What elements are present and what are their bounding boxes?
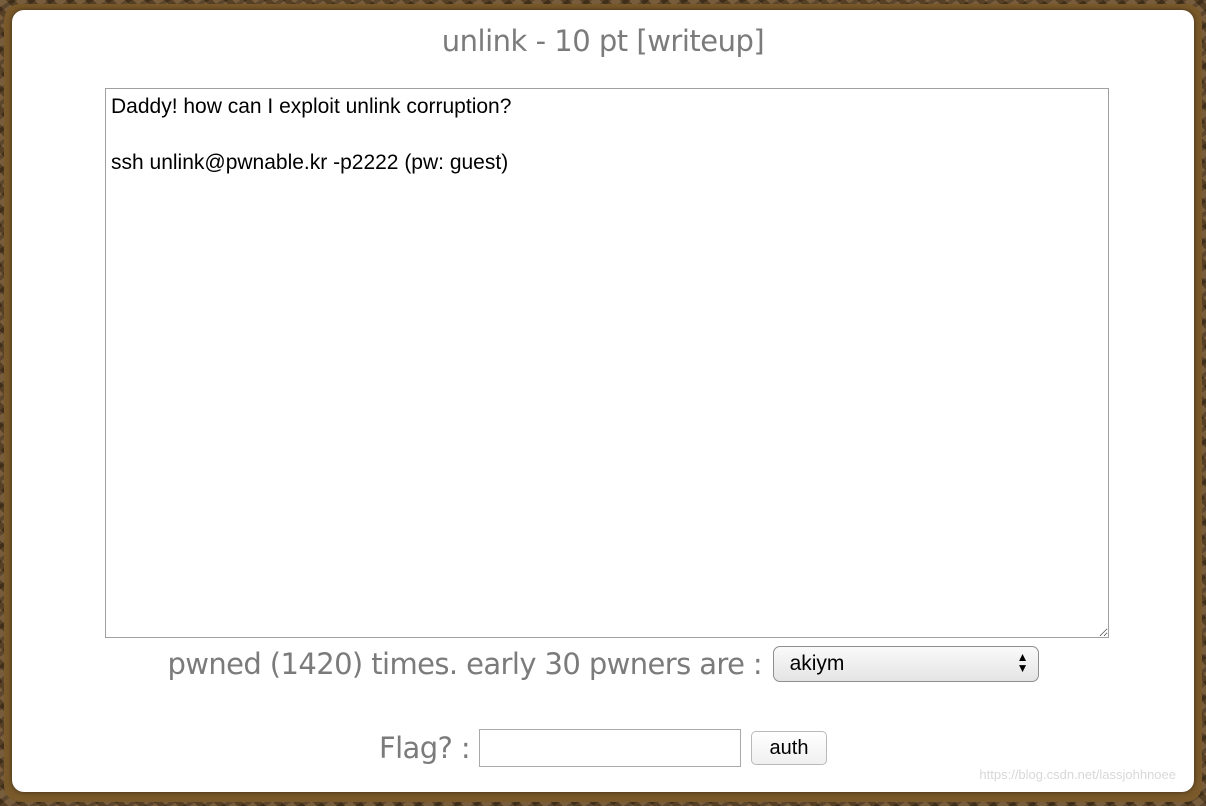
selected-pwner: akiym [789, 652, 845, 675]
pwned-count-text: pwned (1420) times. early 30 pwners are … [167, 647, 763, 681]
select-arrows-icon: ▲ ▼ [1016, 650, 1029, 675]
challenge-panel: unlink - 10 pt [writeup] pwned (1420) ti… [12, 10, 1194, 792]
flag-label: Flag? : [378, 731, 471, 765]
challenge-description[interactable] [105, 88, 1109, 638]
watermark: https://blog.csdn.net/lassjohhnoee [979, 767, 1176, 782]
early-pwners-select[interactable]: akiym ▲ ▼ [772, 646, 1039, 682]
flag-row: Flag? : auth [12, 729, 1194, 767]
flag-input[interactable] [478, 729, 741, 767]
auth-button[interactable]: auth [751, 731, 827, 765]
challenge-title-text: unlink - 10 pt [441, 24, 637, 58]
writeup-link[interactable]: [writeup] [636, 24, 764, 58]
challenge-title: unlink - 10 pt [writeup] [12, 24, 1194, 58]
pwned-row: pwned (1420) times. early 30 pwners are … [12, 646, 1194, 682]
